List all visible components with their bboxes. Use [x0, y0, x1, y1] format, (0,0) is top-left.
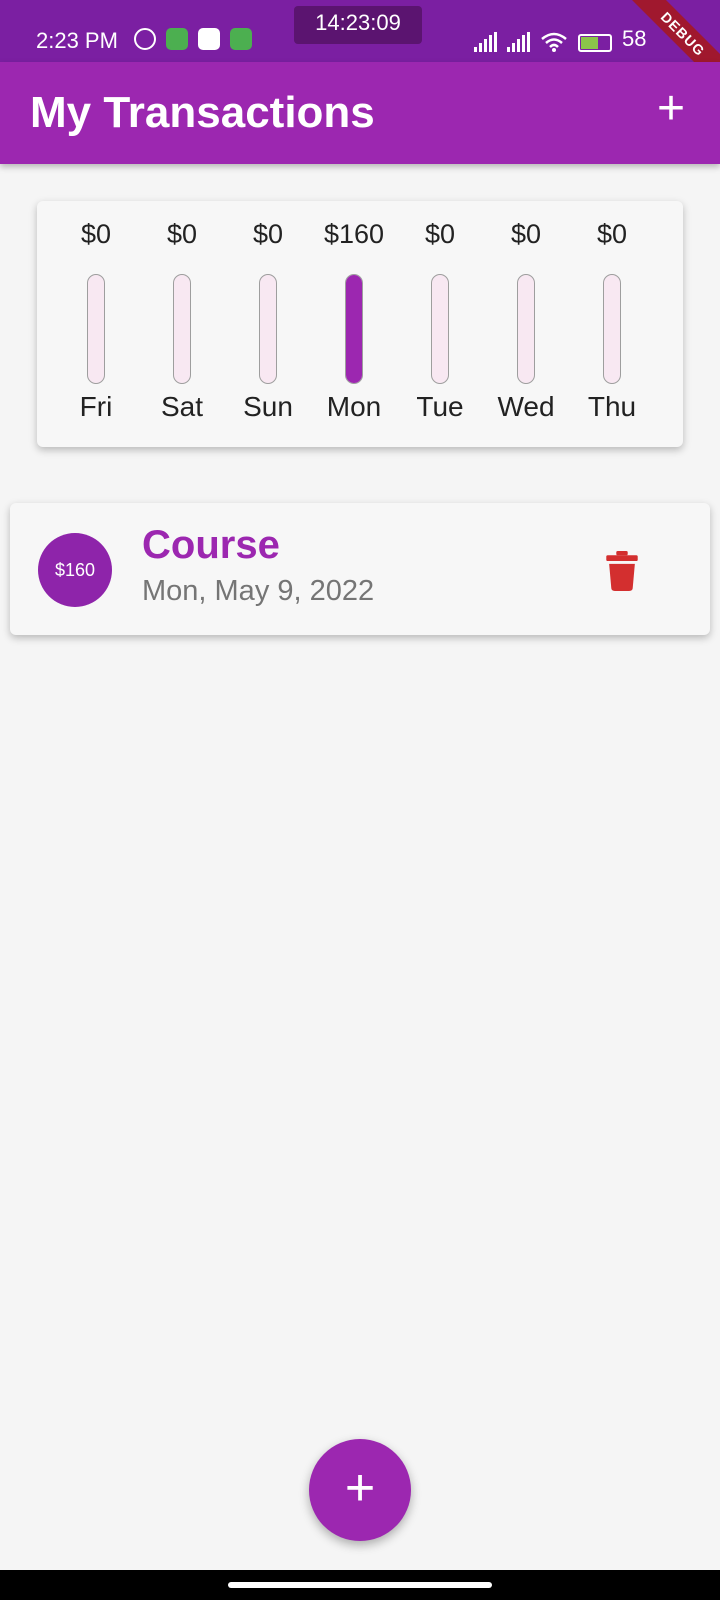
chart-column-thu: $0 Thu — [569, 201, 655, 447]
home-gesture-handle[interactable] — [228, 1582, 492, 1588]
add-transaction-fab[interactable]: + — [309, 1439, 411, 1541]
chart-bar — [87, 274, 105, 384]
status-notification-icons — [134, 28, 252, 50]
chart-column-sun: $0 Sun — [225, 201, 311, 447]
chart-bar — [173, 274, 191, 384]
chart-day-label: Thu — [587, 391, 637, 422]
plus-icon: + — [656, 82, 686, 135]
weekly-spending-chart: $0 Fri $0 Sat $0 Sun $160 Mon $0 Tue $0 Wed $0 Thu — [37, 201, 683, 447]
app-notification-icon — [166, 28, 188, 50]
amount-avatar: $160 — [38, 533, 112, 607]
chart-column-sat: $0 Sat — [139, 201, 225, 447]
system-navigation-bar — [0, 1570, 720, 1600]
chart-amount-label: $0 — [510, 219, 542, 249]
chart-amount-label: $0 — [252, 219, 284, 249]
delete-button[interactable] — [604, 551, 640, 591]
transaction-title: Course — [142, 523, 280, 567]
overlay-clock: 14:23:09 — [294, 6, 422, 44]
status-bar: 2:23 PM 14:23:09 58 DEBUG — [0, 0, 720, 96]
transaction-date: Mon, May 9, 2022 — [142, 575, 375, 607]
status-system-icons: 58 — [474, 26, 646, 52]
battery-level: 58 — [622, 26, 647, 51]
chart-amount-label: $160 — [323, 219, 385, 249]
chart-bar — [517, 274, 535, 384]
signal-icon — [474, 32, 497, 52]
plus-icon: + — [344, 1459, 376, 1517]
transaction-card: $160 Course Mon, May 9, 2022 — [10, 503, 710, 635]
chart-bar — [259, 274, 277, 384]
chart-day-label: Sun — [243, 391, 293, 422]
chart-day-label: Sat — [160, 391, 204, 422]
add-transaction-button[interactable]: + — [648, 85, 694, 133]
chart-bar — [345, 274, 363, 384]
chart-bar-fill — [346, 275, 362, 383]
trash-icon — [606, 551, 638, 591]
chart-amount-label: $0 — [596, 219, 628, 249]
wifi-icon — [541, 32, 567, 52]
chart-bar — [603, 274, 621, 384]
chart-column-wed: $0 Wed — [483, 201, 569, 447]
chart-day-label: Tue — [416, 391, 464, 422]
signal-icon — [507, 32, 530, 52]
chart-column-mon: $160 Mon — [311, 201, 397, 447]
chart-day-label: Fri — [79, 391, 113, 422]
alarm-icon — [134, 28, 156, 50]
chart-day-label: Wed — [497, 391, 555, 422]
page-title: My Transactions — [30, 88, 375, 137]
battery-icon — [578, 34, 612, 52]
status-time: 2:23 PM — [36, 28, 118, 53]
chart-column-tue: $0 Tue — [397, 201, 483, 447]
chart-amount-label: $0 — [166, 219, 198, 249]
chart-amount-label: $0 — [80, 219, 112, 249]
app-bar: My Transactions + — [0, 62, 720, 164]
app-notification-icon — [230, 28, 252, 50]
chart-amount-label: $0 — [424, 219, 456, 249]
chart-bar — [431, 274, 449, 384]
chart-day-label: Mon — [326, 391, 382, 422]
calendar-icon — [198, 28, 220, 50]
chart-column-fri: $0 Fri — [53, 201, 139, 447]
